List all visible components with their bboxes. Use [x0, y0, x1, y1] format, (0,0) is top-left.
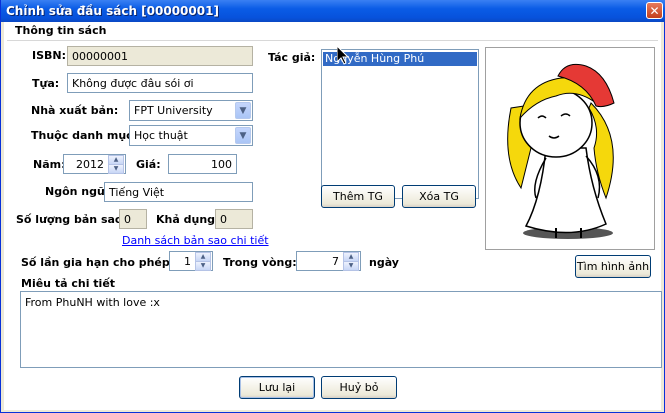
price-input[interactable]: 100	[168, 154, 237, 174]
publisher-label: Nhà xuất bản:	[31, 104, 119, 117]
copies-label: Số lượng bản sao:	[16, 213, 127, 226]
isbn-label: ISBN:	[32, 49, 67, 62]
title-bar[interactable]: Chỉnh sửa đầu sách [00000001] ✕	[1, 0, 665, 22]
language-label: Ngôn ngữ	[45, 185, 105, 198]
within-value: 7	[332, 255, 339, 268]
copies-field[interactable]: 0	[119, 209, 147, 229]
spin-down-icon[interactable]: ▼	[195, 261, 211, 271]
find-image-button[interactable]: Tìm hình ảnh	[575, 255, 651, 278]
chevron-down-icon[interactable]: ▼	[235, 102, 251, 119]
spin-down-icon[interactable]: ▼	[343, 261, 359, 271]
spin-down-icon[interactable]: ▼	[108, 164, 124, 174]
mouse-cursor-icon	[337, 46, 349, 65]
within-stepper[interactable]: 7 ▲ ▼	[296, 251, 361, 271]
save-button[interactable]: Lưu lại	[239, 376, 315, 399]
year-label: Năm:	[33, 158, 66, 171]
edit-book-window: Chỉnh sửa đầu sách [00000001] ✕ Thông ti…	[0, 0, 665, 413]
isbn-field[interactable]: 00000001	[67, 46, 253, 66]
available-field[interactable]: 0	[215, 209, 253, 229]
authors-list[interactable]: Nguyễn Hùng Phú	[321, 49, 479, 199]
description-textarea[interactable]: From PhuNH with love :x	[20, 291, 662, 368]
category-value: Học thuật	[134, 129, 188, 142]
renewals-value: 1	[184, 255, 191, 268]
close-button[interactable]: ✕	[646, 2, 663, 19]
renewals-label: Số lần gia hạn cho phép:	[21, 256, 175, 269]
year-value: 2012	[76, 158, 104, 171]
title-label: Tựa:	[32, 77, 60, 90]
within-unit: ngày	[369, 256, 399, 269]
language-input[interactable]: Tiếng Việt	[104, 182, 253, 202]
remove-author-button[interactable]: Xóa TG	[402, 185, 476, 208]
category-select[interactable]: Học thuật ▼	[129, 125, 253, 146]
year-stepper[interactable]: 2012 ▲ ▼	[63, 154, 126, 174]
price-label: Giá:	[136, 158, 161, 171]
description-label: Miêu tả chi tiết	[21, 277, 116, 290]
window-title: Chỉnh sửa đầu sách [00000001]	[6, 4, 219, 18]
publisher-select[interactable]: FPT University ▼	[129, 100, 253, 121]
book-cover-image	[485, 47, 655, 250]
cartoon-girl-illustration	[507, 63, 615, 239]
chevron-down-icon[interactable]: ▼	[235, 127, 251, 144]
copies-detail-link[interactable]: Danh sách bản sao chi tiết	[122, 234, 269, 247]
dialog-body: Thông tin sách ISBN: 00000001 Tựa: Không…	[4, 22, 662, 410]
renewals-stepper[interactable]: 1 ▲ ▼	[169, 251, 213, 271]
category-label: Thuộc danh mục:	[31, 129, 138, 142]
title-input[interactable]: Không được đâu sói ơi	[67, 73, 253, 93]
authors-label: Tác giả:	[268, 51, 316, 64]
group-title: Thông tin sách	[15, 24, 107, 37]
cancel-button[interactable]: Huỷ bỏ	[321, 376, 397, 399]
add-author-button[interactable]: Thêm TG	[321, 185, 395, 208]
within-label: Trong vòng:	[223, 256, 297, 269]
available-label: Khả dụng:	[156, 213, 220, 226]
publisher-value: FPT University	[134, 104, 213, 117]
group-separator	[7, 40, 658, 41]
